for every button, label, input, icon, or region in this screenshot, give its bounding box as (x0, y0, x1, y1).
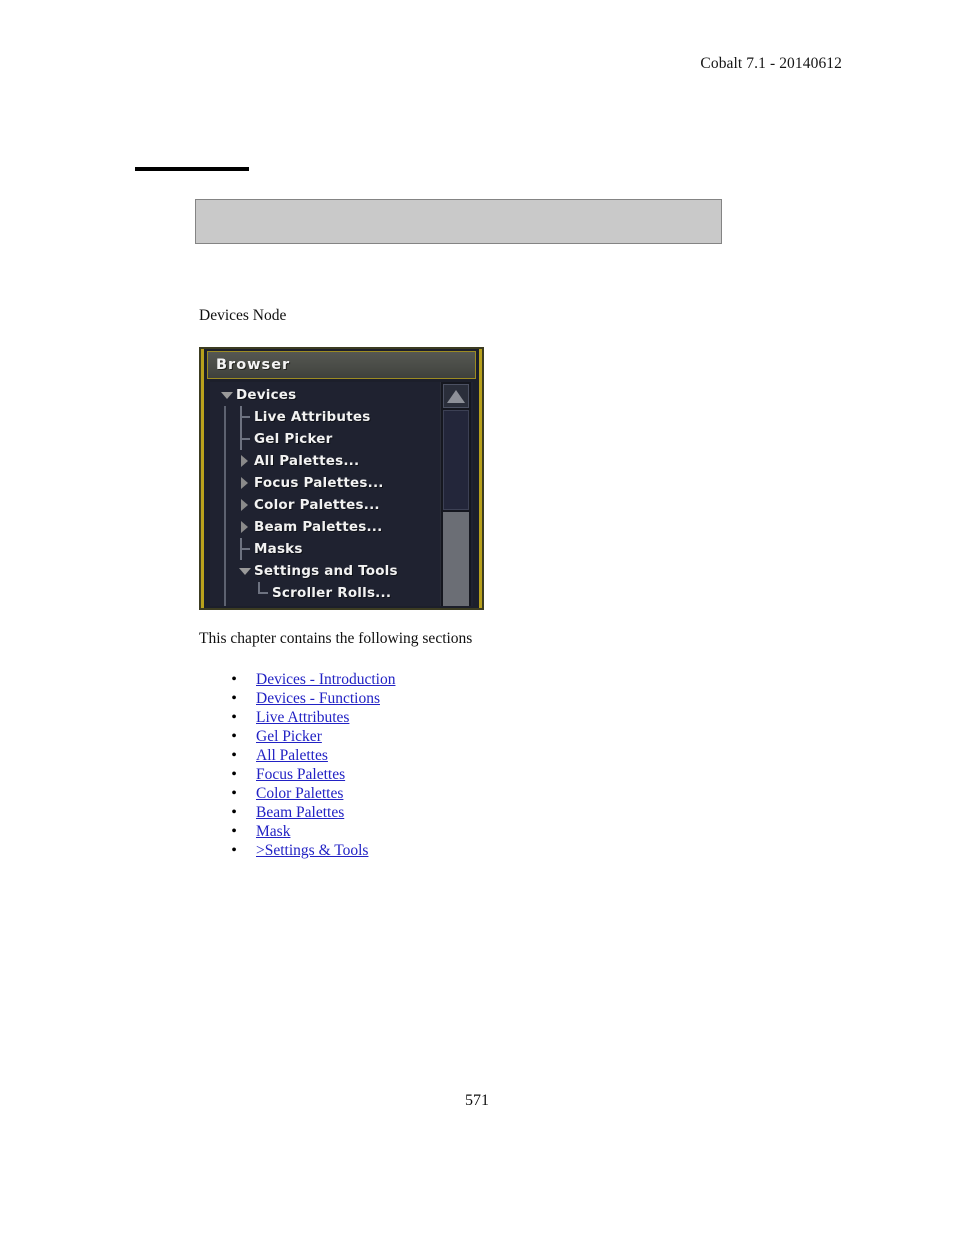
browser-title-label: Browser (216, 357, 291, 373)
browser-scrollbar[interactable] (440, 382, 471, 606)
tree-item-label: All Palettes... (254, 453, 360, 469)
page-header-text: Cobalt 7.1 - 20140612 (700, 55, 842, 72)
tree-item-color-palettes[interactable]: Color Palettes... (210, 494, 439, 516)
scrollbar-thumb[interactable] (443, 512, 469, 606)
bullet-icon: • (231, 785, 237, 802)
tree-item-label: Beam Palettes... (254, 519, 383, 535)
page-number: 571 (465, 1092, 489, 1109)
chevron-right-icon[interactable] (236, 516, 254, 538)
list-item: • All Palettes (199, 746, 395, 765)
section-link-list: • Devices - Introduction • Devices - Functi… (199, 670, 395, 860)
bullet-icon: • (231, 766, 237, 783)
chevron-right-icon[interactable] (236, 494, 254, 516)
section-link[interactable]: Gel Picker (256, 728, 322, 745)
tree-tee-icon (236, 428, 254, 450)
list-item: • >Settings & Tools (199, 841, 395, 860)
tree-item-label: Scroller Rolls... (272, 585, 392, 601)
scroll-up-arrow-icon[interactable] (443, 384, 469, 408)
tree-item-label: Live Attributes (254, 409, 371, 425)
list-item: • Devices - Introduction (199, 670, 395, 689)
list-item: • Mask (199, 822, 395, 841)
browser-widget-frame: Browser Devices Live Attributes Gel Picker… (201, 349, 482, 608)
tree-item-label: Settings and Tools (254, 563, 398, 579)
bullet-icon: • (231, 671, 237, 688)
list-item: • Beam Palettes (199, 803, 395, 822)
tree-item-beam-palettes[interactable]: Beam Palettes... (210, 516, 439, 538)
chapter-title-panel (195, 199, 722, 244)
tree-item-all-palettes[interactable]: All Palettes... (210, 450, 439, 472)
tree-item-label: Focus Palettes... (254, 475, 384, 491)
browser-titlebar: Browser (207, 351, 476, 379)
chevron-right-icon[interactable] (236, 450, 254, 472)
tree-tee-icon (236, 406, 254, 428)
tree-item-masks[interactable]: Masks (210, 538, 439, 560)
section-link[interactable]: Devices - Functions (256, 690, 380, 707)
chevron-right-icon[interactable] (236, 472, 254, 494)
tree-item-settings-and-tools[interactable]: Settings and Tools (210, 560, 439, 582)
bullet-icon: • (231, 728, 237, 745)
tree-item-focus-palettes[interactable]: Focus Palettes... (210, 472, 439, 494)
chapter-intro-text: This chapter contains the following sect… (199, 630, 473, 647)
list-item: • Devices - Functions (199, 689, 395, 708)
tree-item-scroller-rolls[interactable]: Scroller Rolls... (210, 582, 439, 604)
section-link[interactable]: Devices - Introduction (256, 671, 395, 688)
section-link[interactable]: Live Attributes (256, 709, 349, 726)
tree-item-label: Masks (254, 541, 303, 557)
tree-item-label: Color Palettes... (254, 497, 380, 513)
device-tree: Devices Live Attributes Gel Picker All Pale… (210, 382, 439, 606)
tree-tee-icon (236, 538, 254, 560)
list-item: • Color Palettes (199, 784, 395, 803)
browser-widget: Browser Devices Live Attributes Gel Picker… (199, 347, 484, 610)
section-link[interactable]: Beam Palettes (256, 804, 344, 821)
section-link[interactable]: Mask (256, 823, 290, 840)
section-link[interactable]: All Palettes (256, 747, 328, 764)
tree-elbow-icon (254, 582, 272, 604)
tree-item-label: Gel Picker (254, 431, 333, 447)
section-link[interactable]: Color Palettes (256, 785, 343, 802)
tree-item-label: Devices (236, 387, 297, 403)
bullet-icon: • (231, 747, 237, 764)
bullet-icon: • (231, 690, 237, 707)
tree-item-gel-picker[interactable]: Gel Picker (210, 428, 439, 450)
bullet-icon: • (231, 804, 237, 821)
chevron-down-icon[interactable] (236, 560, 254, 582)
figure-caption: Devices Node (199, 307, 287, 324)
bullet-icon: • (231, 709, 237, 726)
tree-item-live-attributes[interactable]: Live Attributes (210, 406, 439, 428)
chevron-down-icon[interactable] (218, 384, 236, 406)
section-link[interactable]: Focus Palettes (256, 766, 345, 783)
list-item: • Gel Picker (199, 727, 395, 746)
chapter-rule-divider (135, 167, 249, 171)
list-item: • Live Attributes (199, 708, 395, 727)
list-item: • Focus Palettes (199, 765, 395, 784)
tree-item-devices[interactable]: Devices (210, 384, 439, 406)
browser-content-area: Devices Live Attributes Gel Picker All Pale… (210, 382, 473, 606)
section-link[interactable]: >Settings & Tools (256, 842, 368, 859)
bullet-icon: • (231, 823, 237, 840)
bullet-icon: • (231, 842, 237, 859)
scrollbar-track[interactable] (443, 410, 469, 510)
